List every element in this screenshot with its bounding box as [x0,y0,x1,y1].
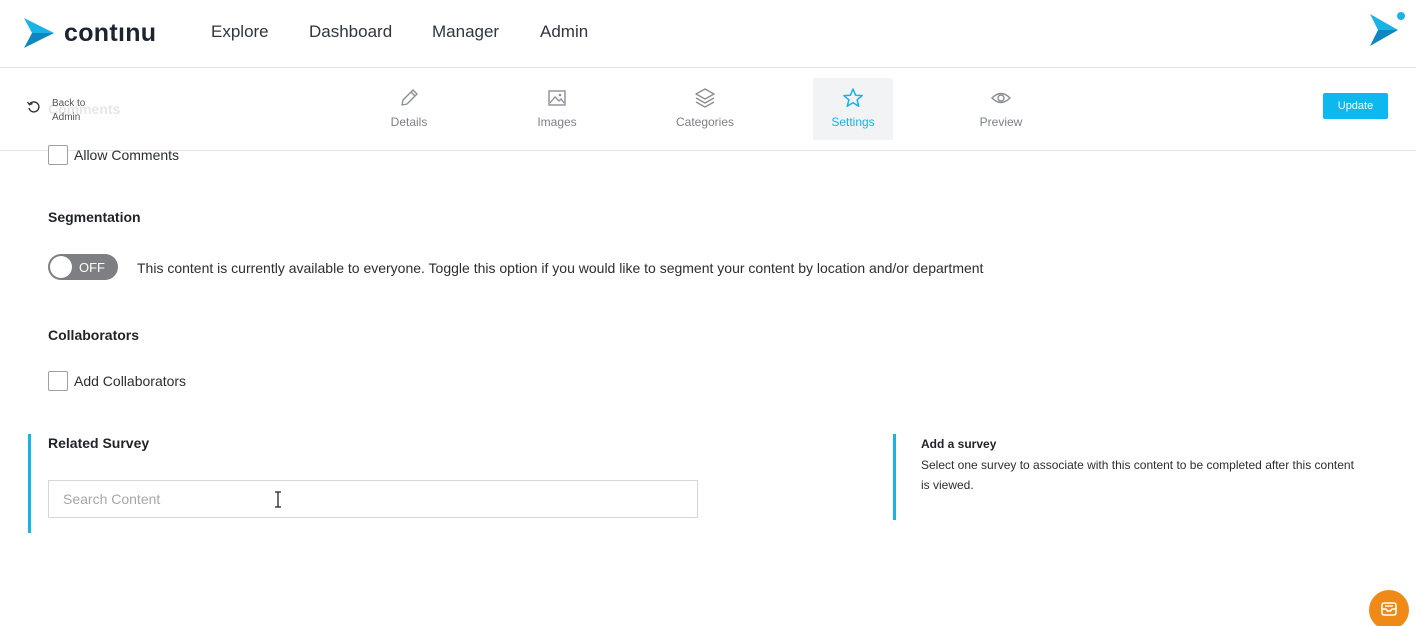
undo-icon [26,101,40,113]
image-icon [548,90,566,106]
allow-comments-checkbox[interactable] [48,145,68,165]
tab-label: Details [390,115,428,129]
tab-settings[interactable]: Settings [813,78,893,140]
toggle-state-label: OFF [79,260,105,275]
support-chat-button[interactable] [1369,590,1409,626]
brand-mark-icon[interactable] [1368,10,1406,48]
inbox-icon [1381,602,1397,616]
nav-explore[interactable]: Explore [211,22,269,42]
tab-images[interactable]: Images [517,78,597,140]
add-survey-help-title: Add a survey [921,437,997,451]
tab-label: Settings [831,115,875,129]
editor-toolbar: Comments Back to Admin Details Images Ca… [0,69,1416,151]
add-survey-help-text: Select one survey to associate with this… [921,458,1354,492]
add-collaborators-row: Add Collaborators [48,371,186,391]
back-to-admin-button[interactable]: Back to Admin [26,97,92,125]
pencil-icon [401,89,418,106]
segmentation-toggle[interactable]: OFF [48,254,118,280]
search-content-field[interactable] [48,480,698,518]
related-survey-title: Related Survey [48,435,150,451]
tab-preview[interactable]: Preview [961,78,1041,140]
tab-categories[interactable]: Categories [665,78,745,140]
search-content-input[interactable] [49,481,697,517]
logo[interactable]: contınu [22,16,156,50]
collaborators-title: Collaborators [48,327,140,343]
logo-arrow-icon [24,18,54,48]
tab-label: Images [537,115,577,129]
add-collaborators-checkbox[interactable] [48,371,68,391]
star-icon [843,88,863,108]
toggle-knob [50,256,72,278]
nav-admin[interactable]: Admin [540,22,588,42]
add-collaborators-label: Add Collaborators [74,373,187,389]
text-cursor-icon [275,491,281,508]
tab-label: Preview [979,115,1023,129]
related-survey-accent-bar [28,434,31,533]
segmentation-title: Segmentation [48,209,141,225]
tab-details[interactable]: Details [369,78,449,140]
help-accent-bar [893,434,896,520]
allow-comments-label: Allow Comments [74,147,180,163]
update-button[interactable]: Update [1323,93,1388,119]
eye-icon [991,92,1011,104]
nav-manager[interactable]: Manager [432,22,499,42]
allow-comments-row: Allow Comments [48,145,179,165]
logo-text: contınu [64,18,157,47]
tab-label: Categories [675,115,735,129]
nav-dashboard[interactable]: Dashboard [309,22,392,42]
layers-icon [695,88,715,108]
segmentation-description: This content is currently available to e… [137,260,984,276]
top-nav: contınu Explore Dashboard Manager Admin [0,0,1416,68]
back-label: Back to Admin [52,98,86,123]
